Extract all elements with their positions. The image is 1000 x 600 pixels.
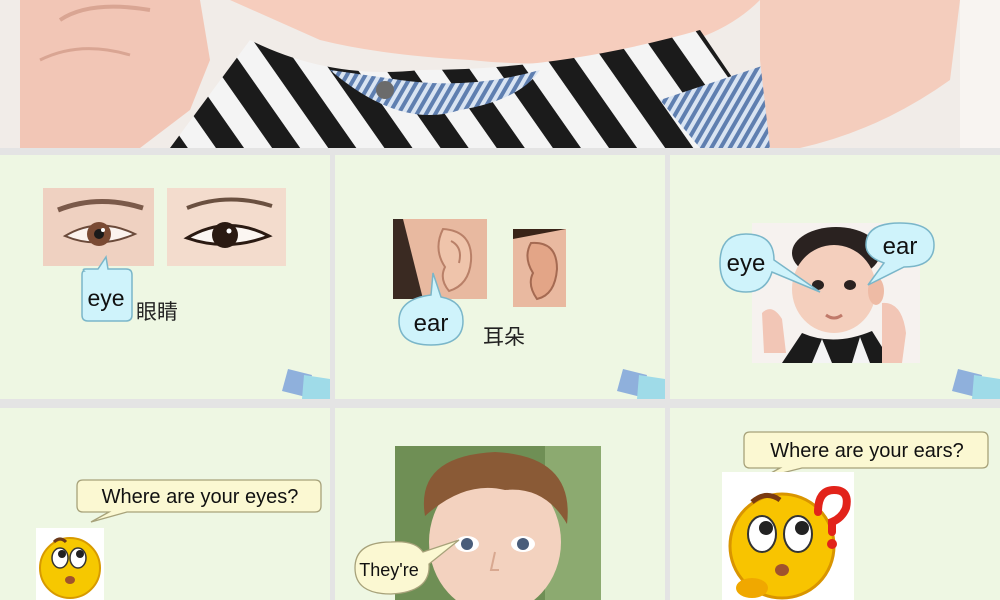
- bubble-label-eye: eye: [726, 250, 766, 277]
- slide-decoration-icon: [617, 369, 665, 399]
- bubble-question-ears: Where are your ears?: [770, 440, 964, 462]
- bubble-question-eyes: Where are your eyes?: [101, 486, 299, 508]
- slide-thumbnail-6[interactable]: Where are your ears?: [670, 408, 1000, 600]
- chinese-label-ears: 耳朵: [483, 325, 525, 349]
- bubble-answer-theyre: They're: [359, 560, 419, 580]
- bubble-label-eye: eye: [87, 285, 125, 311]
- emoji-thinking-icon: [36, 528, 104, 600]
- bubble-label-ear: ear: [413, 310, 449, 337]
- bubble-label-ear: ear: [882, 233, 918, 260]
- slide-thumbnail-4[interactable]: Where are your eyes?: [0, 408, 330, 600]
- emoji-question-icon: [722, 472, 854, 600]
- slide-thumbnail-2[interactable]: ear 耳朵: [335, 155, 665, 399]
- top-banner-photo: [0, 0, 1000, 148]
- slide-thumbnail-3[interactable]: eye ear: [670, 155, 1000, 399]
- chinese-label-eyes: 眼睛: [136, 300, 178, 324]
- slide-decoration-icon: [282, 369, 330, 399]
- slide-decoration-icon: [952, 369, 1000, 399]
- slide-thumbnail-1[interactable]: eye 眼睛: [0, 155, 330, 399]
- eye-photo-2: [167, 188, 286, 266]
- slide-thumbnail-5[interactable]: They're: [335, 408, 665, 600]
- ear-photo-2: [513, 229, 566, 307]
- baby-photo: [0, 0, 1000, 148]
